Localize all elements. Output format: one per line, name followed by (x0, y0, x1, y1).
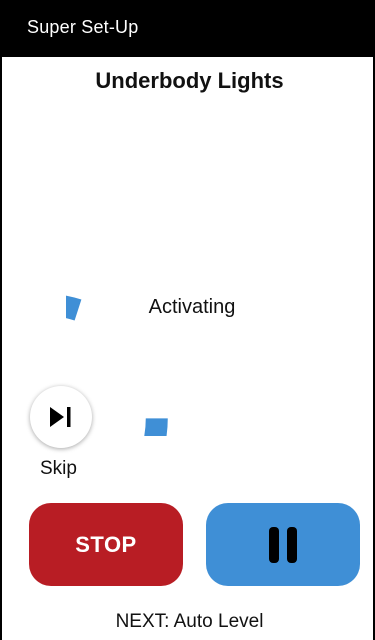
skip-label: Skip (40, 458, 77, 479)
skip-button[interactable] (30, 386, 92, 448)
pause-icon (269, 527, 297, 563)
pause-button[interactable] (206, 503, 360, 586)
screen-frame: Super Set-Up Underbody Lights Activating… (0, 0, 375, 640)
progress-ring: Activating (66, 184, 318, 436)
skip-next-icon (50, 407, 71, 427)
stop-button[interactable]: STOP (29, 503, 183, 586)
app-title: Super Set-Up (27, 17, 139, 37)
app-bar: Super Set-Up (2, 0, 375, 57)
progress-status-label: Activating (148, 296, 236, 318)
next-step-text: NEXT: Auto Level (115, 611, 264, 632)
page-title: Underbody Lights (95, 68, 284, 93)
